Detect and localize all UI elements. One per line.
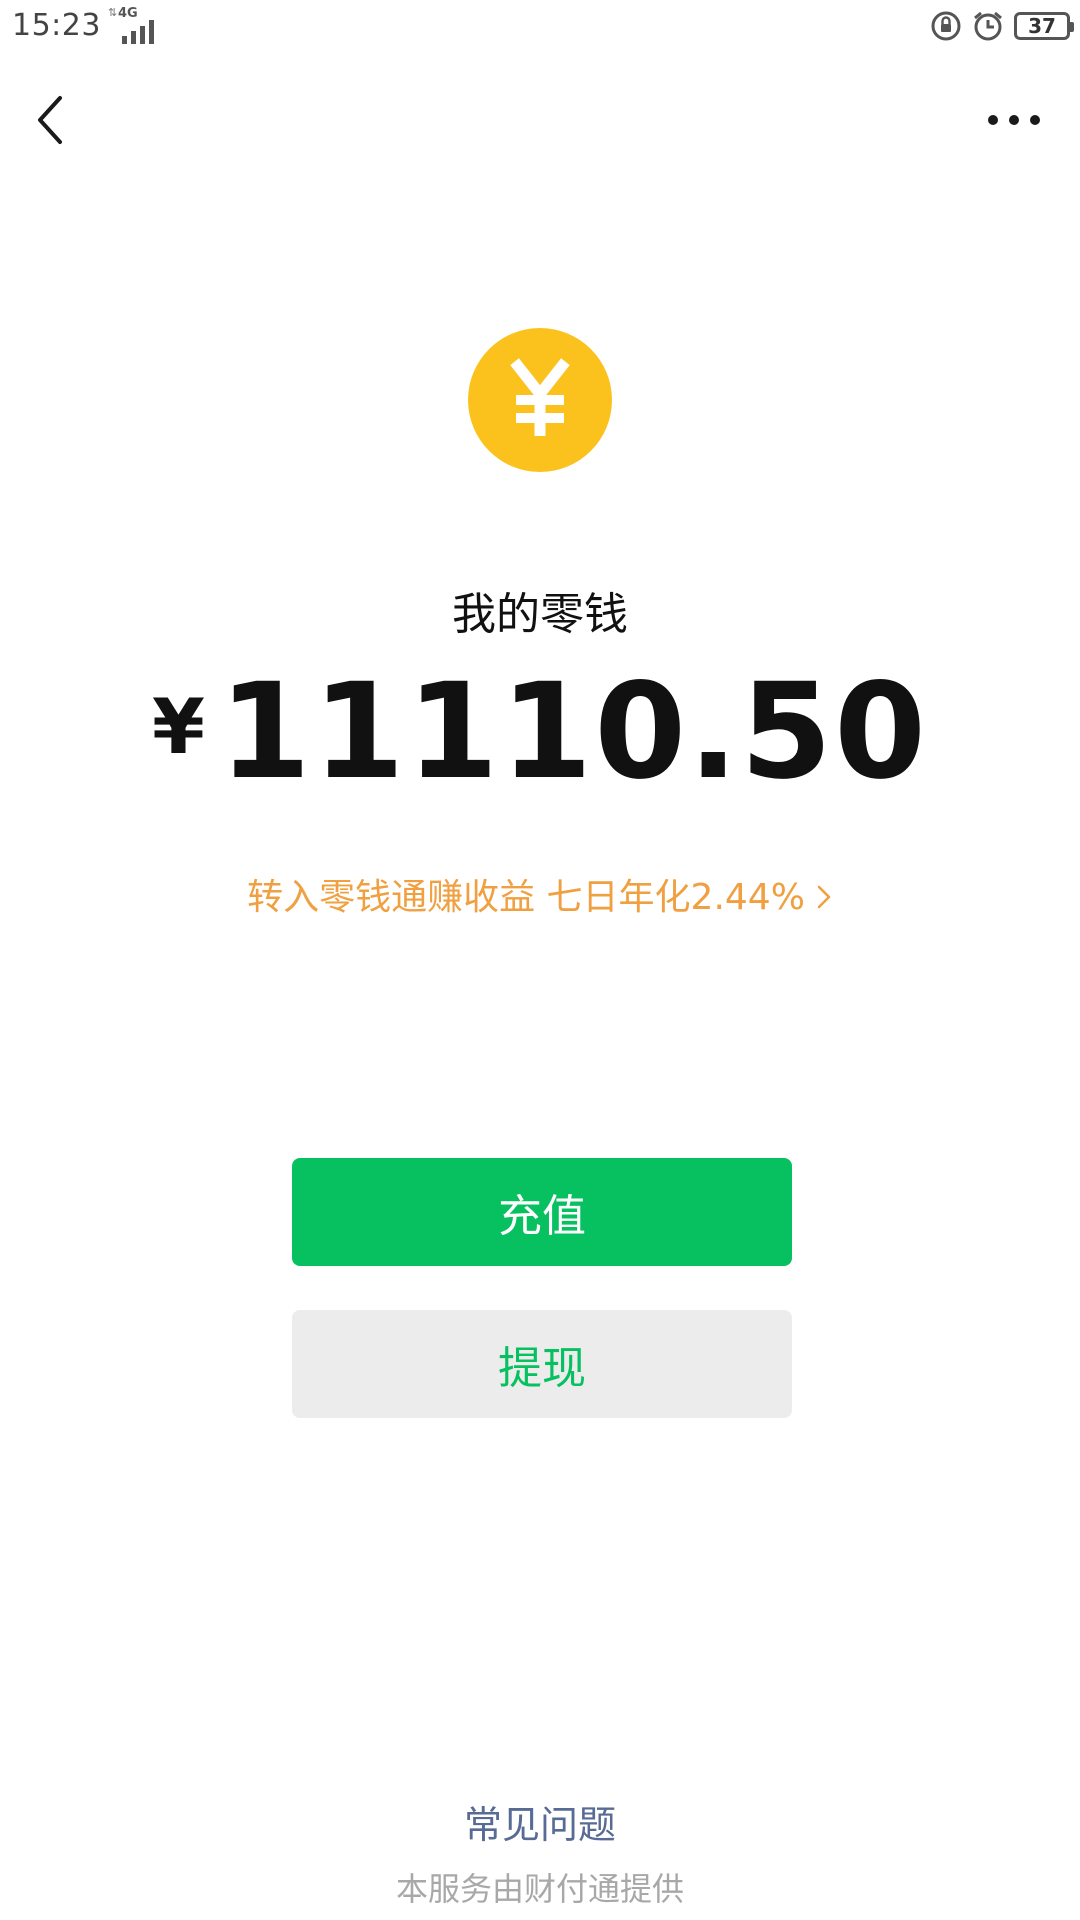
chevron-left-icon [38,96,62,144]
withdraw-button[interactable]: 提现 [292,1310,792,1418]
currency-symbol: ¥ [152,682,205,771]
status-right: 37 [930,6,1074,46]
back-button[interactable] [28,88,76,152]
balance-amount: 11110.50 [218,655,928,809]
network-indicator: ⇅ 4G [108,6,160,44]
promo-text: 转入零钱通赚收益 七日年化2.44% [247,877,805,918]
page-title: 我的零钱 [452,589,628,640]
yuan-symbol-icon [510,358,570,436]
battery-indicator: 37 [1014,12,1074,40]
balance-display: ¥11110.50 [0,666,1080,798]
service-provider-note: 本服务由财付通提供 [395,1870,684,1908]
screen-lock-rotation-icon [931,11,961,41]
chevron-right-icon [817,885,831,909]
more-button[interactable] [984,96,1044,144]
more-horizontal-icon [988,115,1040,125]
signal-icon [122,20,154,44]
faq-link[interactable]: 常见问题 [0,1794,1080,1849]
status-time: 15:23 [12,8,101,43]
alarm-icon [974,11,1002,41]
recharge-button[interactable]: 充值 [292,1158,792,1266]
yuan-coin-icon [468,328,612,472]
lingqiantong-promo-link[interactable]: 转入零钱通赚收益 七日年化2.44% [0,868,1080,920]
battery-level: 37 [1028,14,1056,38]
status-bar: 15:23 ⇅ 4G 37 [0,0,1080,56]
data-activity-icon: ⇅ [108,6,118,19]
network-type: 4G [118,6,138,21]
